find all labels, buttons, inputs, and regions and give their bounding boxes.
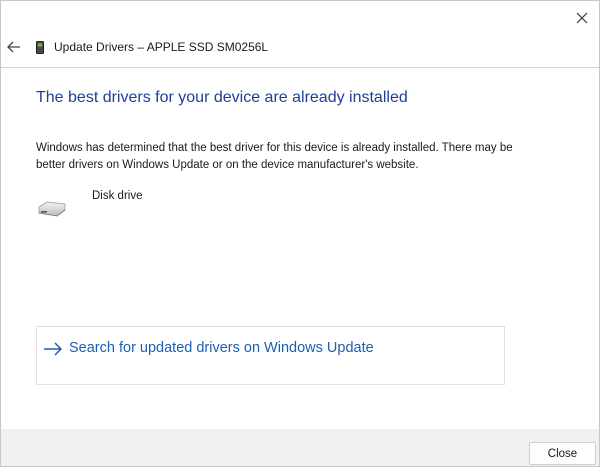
close-icon — [576, 12, 588, 24]
update-drivers-window: Update Drivers – APPLE SSD SM0256L The b… — [0, 0, 600, 467]
close-button[interactable]: Close — [529, 442, 596, 465]
window-header: Update Drivers – APPLE SSD SM0256L — [1, 29, 599, 68]
window-close-button[interactable] — [571, 7, 593, 29]
page-heading: The best drivers for your device are alr… — [36, 89, 408, 106]
back-button[interactable] — [5, 38, 23, 56]
back-arrow-icon — [7, 41, 20, 53]
search-link-label: Search for updated drivers on Windows Up… — [69, 340, 374, 356]
disk-drive-icon — [38, 201, 66, 217]
window-title: Update Drivers – APPLE SSD SM0256L — [54, 40, 269, 54]
arrow-right-icon — [44, 342, 63, 356]
description-text: Windows has determined that the best dri… — [36, 142, 513, 171]
footer-bar: Close — [1, 429, 599, 466]
search-windows-update-link[interactable]: Search for updated drivers on Windows Up… — [36, 326, 505, 385]
device-type-label: Disk drive — [92, 190, 143, 202]
device-icon — [36, 41, 44, 54]
